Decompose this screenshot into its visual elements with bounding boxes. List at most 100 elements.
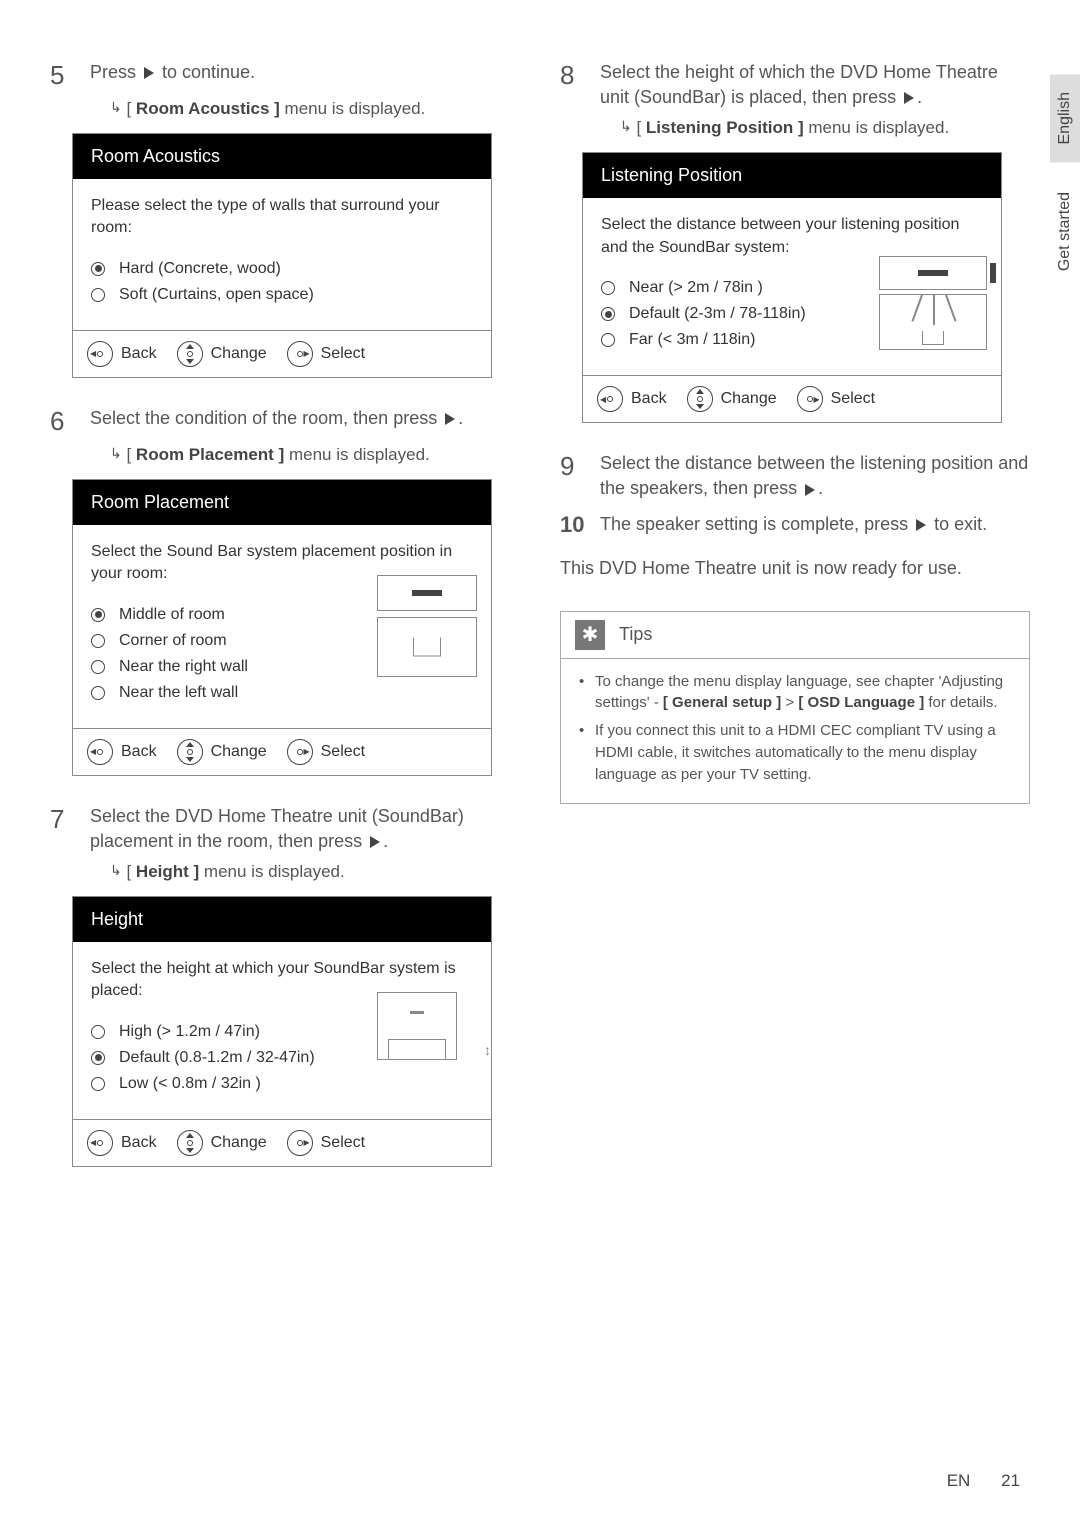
play-icon bbox=[805, 484, 815, 496]
change-button[interactable]: Change bbox=[177, 739, 267, 765]
option-middle[interactable]: Middle of room bbox=[91, 602, 321, 628]
radio-icon bbox=[601, 307, 615, 321]
tip-item: To change the menu display language, see… bbox=[579, 671, 1011, 715]
step-text: Select the height of which the DVD Home … bbox=[600, 60, 1030, 110]
height-menu: Height Select the height at which your S… bbox=[72, 896, 492, 1167]
step-7: 7 Select the DVD Home Theatre unit (Soun… bbox=[50, 804, 520, 854]
back-button[interactable]: Back bbox=[87, 1130, 157, 1156]
tab-language[interactable]: English bbox=[1050, 74, 1080, 162]
option-far[interactable]: Far (< 3m / 118in) bbox=[601, 327, 841, 353]
step-text: Select the DVD Home Theatre unit (SoundB… bbox=[90, 804, 520, 854]
radio-icon bbox=[91, 634, 105, 648]
menu-prompt: Select the distance between your listeni… bbox=[601, 214, 983, 259]
menu-title: Room Acoustics bbox=[73, 134, 491, 179]
select-button[interactable]: Select bbox=[287, 341, 365, 367]
step-10: 10 The speaker setting is complete, pres… bbox=[560, 512, 1030, 538]
step-number: 5 bbox=[50, 60, 90, 91]
play-icon bbox=[916, 519, 926, 531]
menu-title: Height bbox=[73, 897, 491, 942]
radio-icon bbox=[91, 1051, 105, 1065]
step-5-result: ↳ [ Room Acoustics ] menu is displayed. bbox=[110, 99, 520, 119]
step-number: 10 bbox=[560, 512, 600, 538]
room-acoustics-menu: Room Acoustics Please select the type of… bbox=[72, 133, 492, 378]
back-button[interactable]: Back bbox=[87, 341, 157, 367]
option-corner[interactable]: Corner of room bbox=[91, 628, 321, 654]
closing-text: This DVD Home Theatre unit is now ready … bbox=[560, 556, 1030, 581]
step-8: 8 Select the height of which the DVD Hom… bbox=[560, 60, 1030, 110]
change-button[interactable]: Change bbox=[687, 386, 777, 412]
radio-icon bbox=[91, 1077, 105, 1091]
page-lang: EN bbox=[947, 1471, 971, 1490]
back-button[interactable]: Back bbox=[597, 386, 667, 412]
option-high[interactable]: High (> 1.2m / 47in) bbox=[91, 1019, 341, 1045]
option-right-wall[interactable]: Near the right wall bbox=[91, 654, 321, 680]
tips-icon: ✱ bbox=[575, 620, 605, 650]
nav-select-icon bbox=[287, 341, 313, 367]
radio-icon bbox=[91, 262, 105, 276]
option-near[interactable]: Near (> 2m / 78in ) bbox=[601, 275, 841, 301]
menu-footer: Back Change Select bbox=[73, 330, 491, 377]
nav-change-icon bbox=[177, 739, 203, 765]
select-button[interactable]: Select bbox=[287, 1130, 365, 1156]
tips-box: ✱ Tips To change the menu display langua… bbox=[560, 611, 1030, 805]
radio-icon bbox=[91, 686, 105, 700]
room-placement-menu: Room Placement Select the Sound Bar syst… bbox=[72, 479, 492, 776]
step-text: The speaker setting is complete, press t… bbox=[600, 512, 987, 537]
select-button[interactable]: Select bbox=[287, 739, 365, 765]
change-button[interactable]: Change bbox=[177, 341, 267, 367]
option-hard[interactable]: Hard (Concrete, wood) bbox=[91, 256, 473, 282]
step-number: 7 bbox=[50, 804, 90, 835]
result-arrow-icon: ↳ bbox=[620, 118, 632, 135]
radio-icon bbox=[601, 333, 615, 347]
page-number: 21 bbox=[1001, 1471, 1020, 1490]
step-6: 6 Select the condition of the room, then… bbox=[50, 406, 520, 437]
tips-title: Tips bbox=[619, 624, 652, 645]
step-number: 9 bbox=[560, 451, 600, 482]
menu-footer: Back Change Select bbox=[73, 1119, 491, 1166]
tab-section[interactable]: Get started bbox=[1050, 174, 1080, 289]
step-7-result: ↳ [ Height ] menu is displayed. bbox=[110, 862, 520, 882]
play-icon bbox=[370, 836, 380, 848]
left-column: 5 Press to continue. ↳ [ Room Acoustics … bbox=[50, 60, 520, 1195]
change-button[interactable]: Change bbox=[177, 1130, 267, 1156]
menu-prompt: Please select the type of walls that sur… bbox=[91, 195, 473, 240]
nav-select-icon bbox=[287, 1130, 313, 1156]
step-text: Press to continue. bbox=[90, 60, 255, 85]
option-list: Middle of room Corner of room Near the r… bbox=[91, 602, 321, 706]
step-text: Select the distance between the listenin… bbox=[600, 451, 1030, 501]
result-arrow-icon: ↳ bbox=[110, 862, 122, 879]
option-default[interactable]: Default (2-3m / 78-118in) bbox=[601, 301, 841, 327]
tip-item: If you connect this unit to a HDMI CEC c… bbox=[579, 720, 1011, 785]
radio-icon bbox=[91, 1025, 105, 1039]
option-list: Near (> 2m / 78in ) Default (2-3m / 78-1… bbox=[601, 275, 841, 353]
step-6-result: ↳ [ Room Placement ] menu is displayed. bbox=[110, 445, 520, 465]
step-8-result: ↳ [ Listening Position ] menu is display… bbox=[620, 118, 1030, 138]
nav-change-icon bbox=[177, 1130, 203, 1156]
step-number: 6 bbox=[50, 406, 90, 437]
menu-title: Listening Position bbox=[583, 153, 1001, 198]
option-list: Hard (Concrete, wood) Soft (Curtains, op… bbox=[91, 256, 473, 308]
height-illustration: ↕ bbox=[377, 992, 477, 1060]
result-arrow-icon: ↳ bbox=[110, 99, 122, 116]
radio-icon bbox=[91, 660, 105, 674]
back-button[interactable]: Back bbox=[87, 739, 157, 765]
menu-footer: Back Change Select bbox=[583, 375, 1001, 422]
option-left-wall[interactable]: Near the left wall bbox=[91, 680, 321, 706]
radio-icon bbox=[91, 288, 105, 302]
play-icon bbox=[445, 413, 455, 425]
side-tabs: English Get started bbox=[1050, 74, 1080, 290]
select-button[interactable]: Select bbox=[797, 386, 875, 412]
nav-select-icon bbox=[797, 386, 823, 412]
option-low[interactable]: Low (< 0.8m / 32in ) bbox=[91, 1071, 341, 1097]
listening-position-menu: Listening Position Select the distance b… bbox=[582, 152, 1002, 423]
play-icon bbox=[144, 67, 154, 79]
step-text: Select the condition of the room, then p… bbox=[90, 406, 463, 431]
option-soft[interactable]: Soft (Curtains, open space) bbox=[91, 282, 473, 308]
menu-footer: Back Change Select bbox=[73, 728, 491, 775]
nav-change-icon bbox=[177, 341, 203, 367]
step-9: 9 Select the distance between the listen… bbox=[560, 451, 1030, 501]
right-column: 8 Select the height of which the DVD Hom… bbox=[560, 60, 1030, 1195]
radio-icon bbox=[601, 281, 615, 295]
option-list: High (> 1.2m / 47in) Default (0.8-1.2m /… bbox=[91, 1019, 341, 1097]
option-default[interactable]: Default (0.8-1.2m / 32-47in) bbox=[91, 1045, 341, 1071]
